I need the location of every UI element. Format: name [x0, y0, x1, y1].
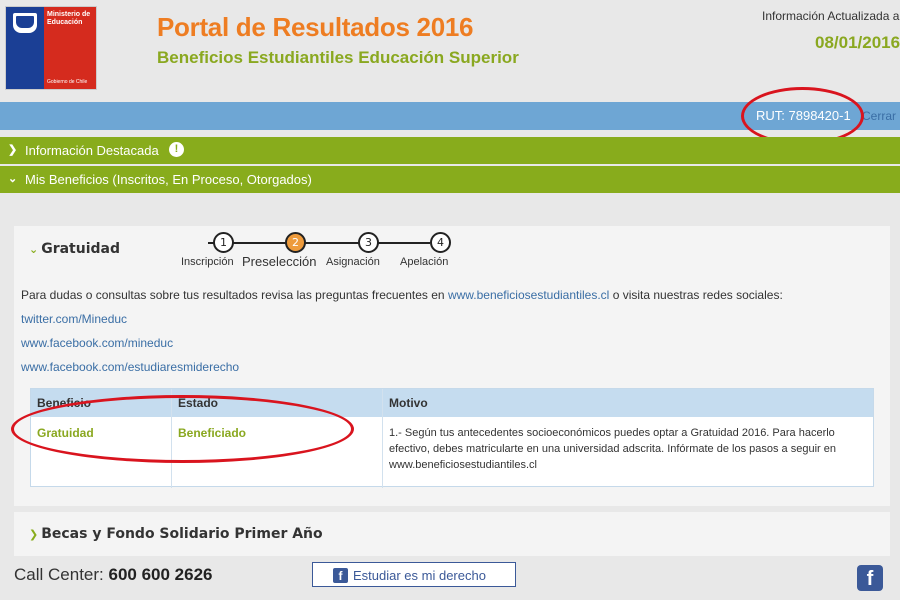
- row-highlight-annotation: [11, 395, 354, 463]
- mineduc-logo[interactable]: Ministerio de Educación Gobierno de Chil…: [5, 6, 97, 90]
- step-2-circle: 2: [285, 232, 306, 253]
- step-1-circle: 1: [213, 232, 234, 253]
- facebook-button-label: Estudiar es mi derecho: [353, 568, 486, 583]
- header-motivo: Motivo: [389, 396, 428, 410]
- stepper-line: [208, 242, 430, 244]
- accordion-info-destacada[interactable]: ❯ Información Destacada !: [0, 137, 900, 164]
- gratuidad-toggle[interactable]: ⌄ Gratuidad: [29, 241, 120, 257]
- step-1-label: Inscripción: [181, 256, 234, 268]
- accordion-mis-beneficios[interactable]: ⌄ Mis Beneficios (Inscritos, En Proceso,…: [0, 166, 900, 193]
- social-link-facebook-mineduc[interactable]: www.facebook.com/mineduc: [21, 336, 173, 350]
- star-shield-icon: [13, 13, 37, 33]
- page-title: Portal de Resultados 2016: [157, 12, 474, 42]
- becas-panel[interactable]: ❯ Becas y Fondo Solidario Primer Año: [14, 512, 890, 556]
- social-link-facebook-estudiar[interactable]: www.facebook.com/estudiaresmiderecho: [21, 360, 239, 374]
- chevron-down-icon: ⌄: [8, 173, 18, 185]
- accordion-info-label: Información Destacada: [25, 143, 159, 158]
- page-header: Ministerio de Educación Gobierno de Chil…: [0, 0, 900, 102]
- step-3-circle: 3: [358, 232, 379, 253]
- facebook-icon[interactable]: f: [857, 565, 883, 591]
- updated-label: Información Actualizada a:: [762, 9, 900, 23]
- gratuidad-title: Gratuidad: [41, 241, 121, 257]
- gratuidad-panel: ⌄ Gratuidad 1 2 3 4 Inscripción Preselecc…: [14, 226, 890, 506]
- cell-motivo: 1.- Según tus antecedentes socioeconómic…: [389, 427, 836, 471]
- chevron-right-icon: ❯: [8, 144, 18, 156]
- step-4-circle: 4: [430, 232, 451, 253]
- step-2-label: Preselección: [242, 254, 317, 269]
- facebook-icon: f: [333, 568, 348, 583]
- progress-stepper: 1 2 3 4 Inscripción Preselección Asignac…: [180, 232, 470, 272]
- column-divider: [382, 389, 383, 488]
- page-subtitle: Beneficios Estudiantiles Educación Super…: [157, 48, 519, 67]
- logout-link[interactable]: Cerrar: [862, 109, 896, 123]
- call-center-label: Call Center:: [14, 565, 104, 584]
- logo-government-text: Gobierno de Chile: [47, 79, 88, 85]
- logo-ministry-text: Ministerio de Educación: [47, 11, 91, 26]
- consult-prefix: Para dudas o consultas sobre tus resulta…: [21, 288, 445, 302]
- becas-toggle[interactable]: ❯ Becas y Fondo Solidario Primer Año: [29, 526, 323, 542]
- chevron-down-icon: ⌄: [29, 243, 39, 256]
- social-link-twitter[interactable]: twitter.com/Mineduc: [21, 312, 127, 326]
- step-4-label: Apelación: [400, 256, 449, 268]
- exclamation-icon: !: [169, 142, 184, 157]
- consult-text: Para dudas o consultas sobre tus resulta…: [21, 288, 783, 302]
- logo-red-panel: Ministerio de Educación Gobierno de Chil…: [44, 7, 96, 89]
- accordion-benefits-label: Mis Beneficios (Inscritos, En Proceso, O…: [25, 172, 312, 187]
- becas-title: Becas y Fondo Solidario Primer Año: [41, 526, 323, 542]
- step-3-label: Asignación: [326, 256, 380, 268]
- consult-suffix: o visita nuestras redes sociales:: [612, 288, 783, 302]
- call-center: Call Center: 600 600 2626: [14, 565, 213, 585]
- facebook-page-button[interactable]: f Estudiar es mi derecho: [312, 562, 516, 587]
- call-center-number: 600 600 2626: [108, 565, 213, 584]
- consult-link[interactable]: www.beneficiosestudiantiles.cl: [448, 288, 609, 302]
- logo-blue-panel: [6, 7, 44, 89]
- chevron-right-icon: ❯: [29, 528, 39, 541]
- updated-date: 08/01/2016: [815, 33, 900, 52]
